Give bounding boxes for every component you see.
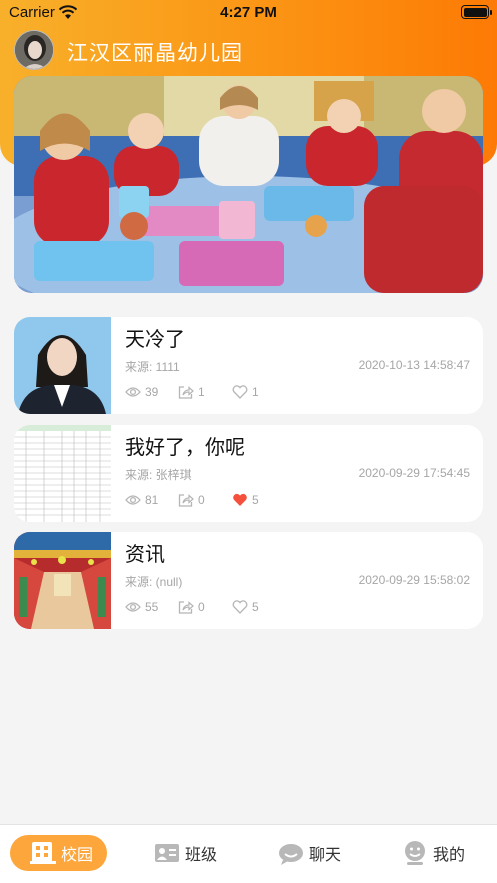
- battery-tip: [490, 10, 492, 15]
- news-card[interactable]: 天冷了 来源: 1111 2020-10-13 14:58:47 39 1 1: [14, 317, 483, 414]
- news-thumbnail: [14, 425, 111, 522]
- eye-icon: [125, 602, 141, 612]
- heart-filled-icon: [233, 493, 247, 506]
- status-bar: Carrier 4:27 PM: [0, 0, 497, 26]
- news-title: 我好了，你呢: [125, 437, 245, 459]
- news-date: 2020-10-13 14:58:47: [358, 358, 470, 372]
- tab-mine[interactable]: 我的: [402, 835, 465, 871]
- school-name: 江汉区丽晶幼儿园: [67, 42, 243, 65]
- avatar-image: [15, 31, 53, 69]
- tab-chat[interactable]: 聊天: [278, 835, 341, 871]
- share-count-value: 0: [198, 600, 205, 614]
- view-count-value: 39: [145, 385, 159, 399]
- clock: 4:27 PM: [220, 4, 277, 21]
- news-title: 资讯: [125, 544, 165, 566]
- banner-image[interactable]: [14, 76, 483, 293]
- news-title: 天冷了: [125, 329, 185, 351]
- view-count-value: 81: [145, 493, 159, 507]
- eye-icon: [125, 495, 141, 505]
- news-source: 来源: 张梓琪: [125, 468, 192, 482]
- share-count-value: 1: [198, 385, 205, 399]
- share-button[interactable]: 0: [178, 600, 205, 614]
- like-button[interactable]: 5: [232, 600, 259, 614]
- news-date: 2020-09-29 15:58:02: [358, 573, 470, 587]
- view-count-value: 55: [145, 600, 159, 614]
- campus-icon: [30, 842, 56, 864]
- like-count-value: 5: [252, 493, 259, 507]
- news-date: 2020-09-29 17:54:45: [358, 466, 470, 480]
- eye-icon: [125, 387, 141, 397]
- like-button[interactable]: 1: [232, 385, 259, 399]
- view-count: 39: [125, 385, 158, 399]
- heart-icon: [232, 385, 248, 399]
- tab-mine-label: 我的: [433, 847, 466, 864]
- news-source: 来源: 1111: [125, 360, 180, 374]
- tab-bar: 校园 班级 聊天 我的: [0, 824, 497, 883]
- profile-icon: [405, 841, 425, 865]
- news-card[interactable]: 我好了，你呢 来源: 张梓琪 2020-09-29 17:54:45 81 0 …: [14, 425, 483, 522]
- share-icon: [178, 386, 194, 399]
- tab-campus-label: 校园: [61, 847, 94, 864]
- news-thumbnail: [14, 317, 111, 414]
- class-icon: [155, 844, 179, 862]
- view-count: 81: [125, 493, 158, 507]
- news-card[interactable]: 资讯 来源: (null) 2020-09-29 15:58:02 55 0 5: [14, 532, 483, 629]
- tab-class-label: 班级: [185, 847, 218, 864]
- school-avatar[interactable]: [14, 30, 54, 70]
- share-button[interactable]: 0: [178, 493, 205, 507]
- tab-class[interactable]: 班级: [154, 835, 217, 871]
- share-count-value: 0: [198, 493, 205, 507]
- tab-campus[interactable]: 校园: [10, 835, 108, 871]
- share-icon: [178, 601, 194, 614]
- news-thumbnail: [14, 532, 111, 629]
- tab-chat-label: 聊天: [309, 847, 342, 864]
- battery-icon: [461, 5, 489, 19]
- like-count-value: 1: [252, 385, 259, 399]
- view-count: 55: [125, 600, 158, 614]
- classroom-photo: [14, 76, 483, 293]
- like-count-value: 5: [252, 600, 259, 614]
- heart-icon: [232, 600, 248, 614]
- share-icon: [178, 494, 194, 507]
- chat-icon: [279, 844, 303, 865]
- share-button[interactable]: 1: [178, 385, 205, 399]
- like-button[interactable]: 5: [232, 493, 259, 507]
- news-source: 来源: (null): [125, 575, 183, 589]
